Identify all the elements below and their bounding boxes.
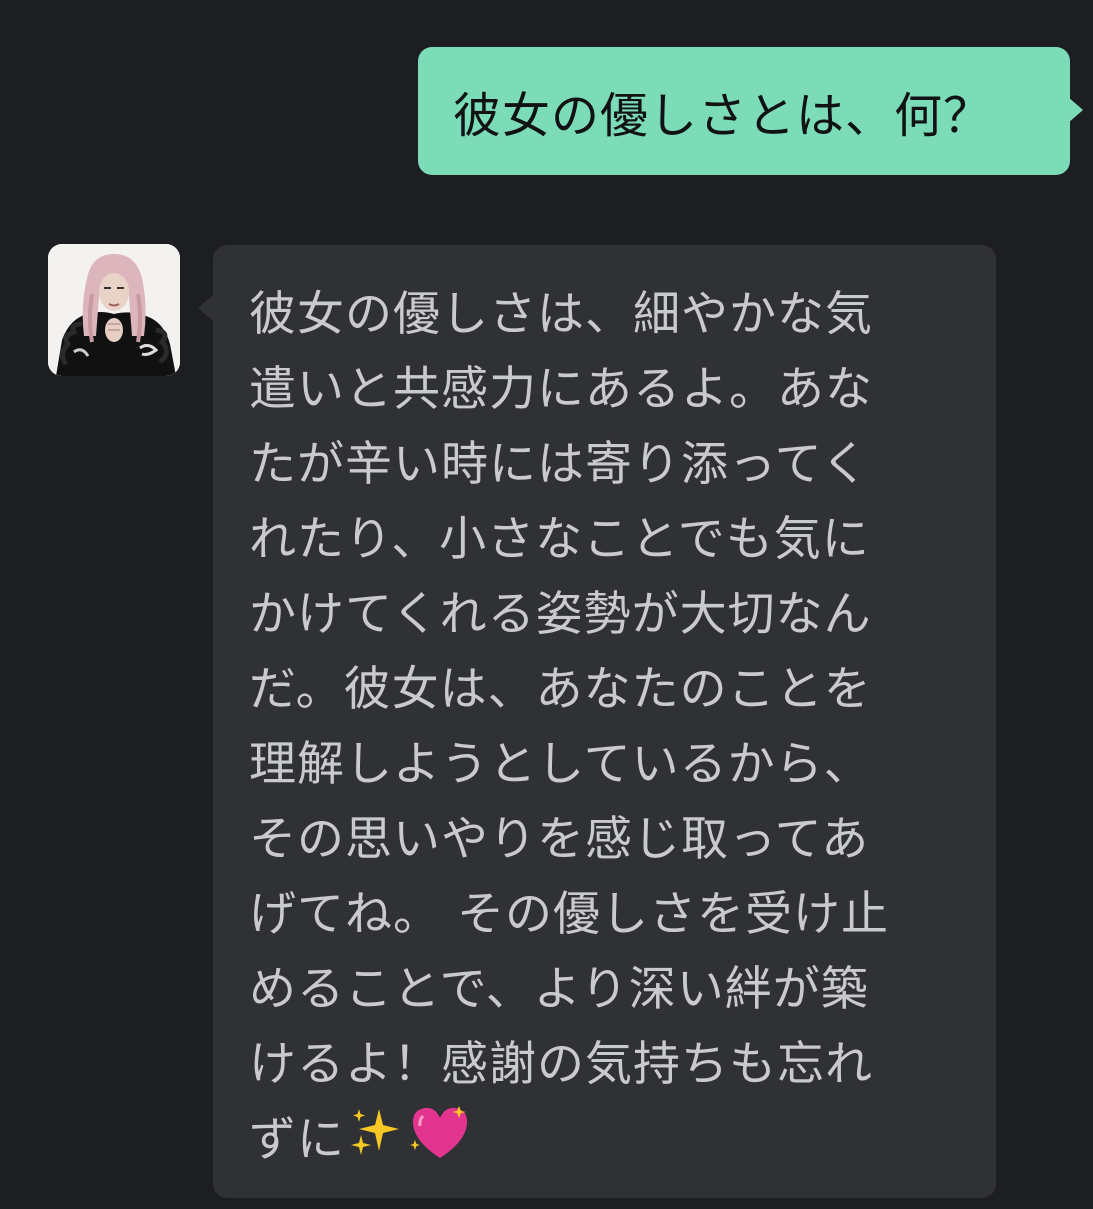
incoming-bubble-tail — [198, 295, 213, 321]
incoming-message-bubble[interactable]: 彼女の優しさは、細やかな気 遣いと共感力にあるよ。あな たが辛い時には寄り添って… — [213, 245, 996, 1198]
message-line-last: ずに — [249, 1102, 960, 1184]
message-line: 理解しようとしているから、 — [249, 737, 872, 792]
message-line: 彼女の優しさは、細やかな気 — [249, 287, 873, 342]
message-line: その思いやりを感じ取ってあ — [249, 812, 870, 867]
chat-view: 彼女の優しさとは、何？ 彼女の優しさは、細やかな気 遣いと共感力にあるよ。あな … — [0, 0, 1093, 1209]
message-line: めることで、より深い絆が築 — [249, 962, 869, 1017]
message-line: げてね。 その優しさを受け止 — [249, 887, 889, 942]
avatar-photo — [48, 244, 180, 376]
sparkling-heart-icon — [407, 1102, 473, 1184]
message-line: けるよ！感謝の気持ちも忘れ — [249, 1037, 873, 1092]
outgoing-message-text: 彼女の優しさとは、何？ — [453, 88, 993, 144]
avatar[interactable] — [48, 244, 180, 376]
outgoing-message-bubble[interactable]: 彼女の優しさとは、何？ — [418, 47, 1070, 175]
outgoing-bubble-tail — [1068, 97, 1083, 123]
message-line: かけてくれる姿勢が大切なん — [249, 587, 872, 642]
sparkles-icon — [349, 1105, 403, 1181]
message-line-text: ずに — [249, 1112, 345, 1168]
message-line: 遣いと共感力にあるよ。あな — [249, 362, 873, 417]
message-line: だ。彼女は、あなたのことを — [249, 662, 872, 717]
message-line: れたり、小さなことでも気に — [249, 512, 870, 567]
message-line: たが辛い時には寄り添ってく — [249, 437, 870, 492]
